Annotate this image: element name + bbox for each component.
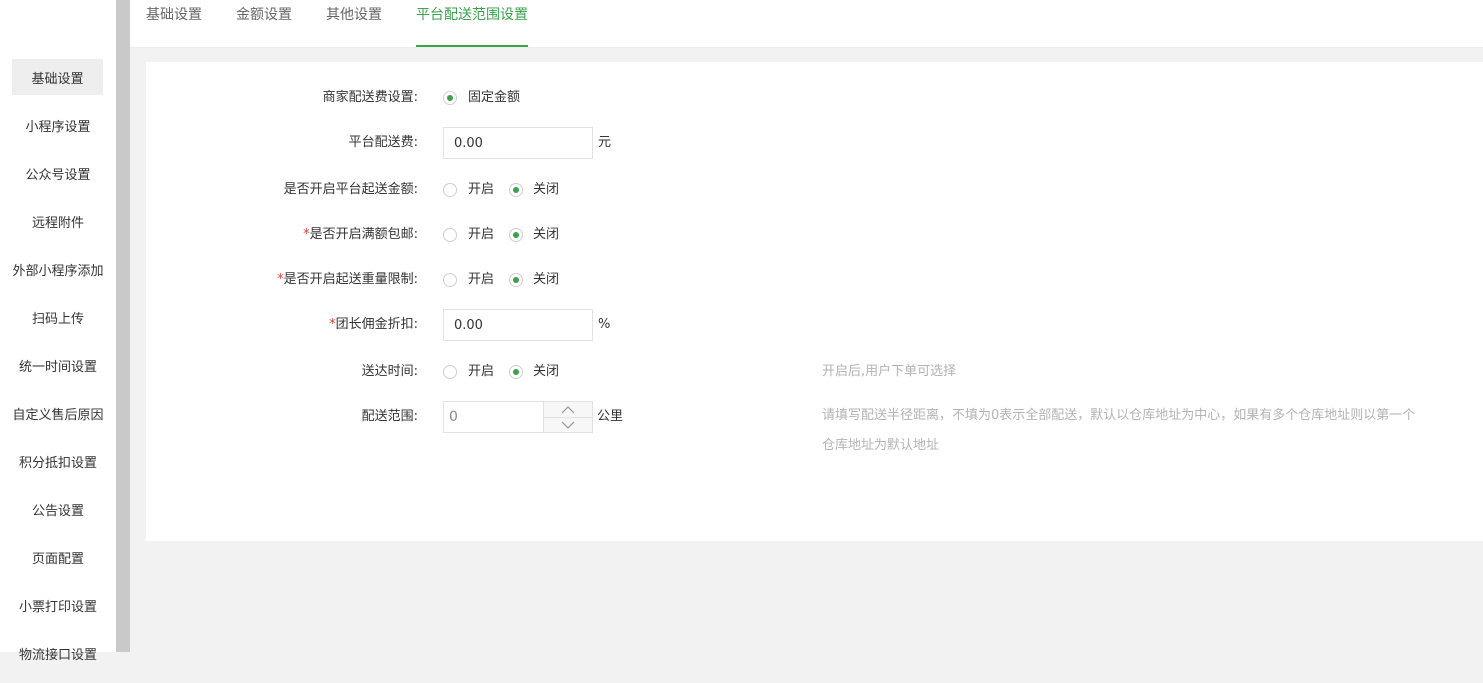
range-increase-button[interactable] — [544, 402, 592, 418]
weight-limit-off-radio[interactable] — [509, 273, 523, 287]
tab-delivery-range-label: 平台配送范围设置 — [416, 7, 528, 23]
fee-mode-fixed-label[interactable]: 固定金额 — [468, 82, 520, 114]
weight-limit-off-label[interactable]: 关闭 — [533, 264, 559, 296]
commission-unit: % — [598, 317, 611, 332]
delivery-time-off-label[interactable]: 关闭 — [533, 356, 559, 388]
chevron-down-icon — [561, 421, 575, 429]
sidebar-item-unified-time[interactable]: 统一时间设置 — [0, 347, 116, 383]
commission-input[interactable] — [443, 309, 593, 341]
commission-row: *团长佣金折扣: % — [146, 309, 1483, 341]
tab-other-settings[interactable]: 其他设置 — [326, 0, 382, 47]
range-unit: 公里 — [597, 409, 624, 424]
active-tab-indicator — [416, 45, 528, 47]
weight-limit-on-radio[interactable] — [443, 273, 457, 287]
range-hint-line1: 请填写配送半径距离，不填为0表示全部配送，默认以仓库地址为中心，如果有多个仓库地… — [822, 408, 1416, 423]
sidebar-item-points-deduction[interactable]: 积分抵扣设置 — [0, 443, 116, 479]
free-shipping-off-radio[interactable] — [509, 228, 523, 242]
weight-limit-row: *是否开启起送重量限制: 开启 关闭 — [146, 264, 1483, 296]
sidebar-item-external-mini-program[interactable]: 外部小程序添加 — [0, 251, 116, 287]
delivery-time-row: 送达时间: 开启 关闭 开启后,用户下单可选择 — [146, 356, 1483, 388]
free-shipping-label: *是否开启满额包邮: — [303, 219, 418, 251]
free-shipping-row: *是否开启满额包邮: 开启 关闭 — [146, 219, 1483, 251]
range-row: 配送范围: 公里 请填写配送半径距离，不填为0表示全部配送，默认以仓库地址为中心… — [146, 401, 1483, 453]
sidebar-item-mini-program-settings[interactable]: 小程序设置 — [0, 107, 116, 143]
delivery-time-label: 送达时间: — [361, 364, 418, 379]
platform-fee-label: 平台配送费: — [348, 135, 418, 150]
fee-mode-fixed-radio[interactable] — [443, 91, 457, 105]
range-hint-line2: 仓库地址为默认地址 — [822, 438, 940, 453]
sidebar-item-after-sale-reasons[interactable]: 自定义售后原因 — [0, 395, 116, 431]
main-content: 基础设置 金额设置 其他设置 平台配送范围设置 商家配送费设置: 固定金额 平台… — [130, 0, 1483, 652]
platform-fee-unit: 元 — [598, 135, 612, 150]
sidebar-item-page-config[interactable]: 页面配置 — [0, 539, 116, 575]
platform-fee-input[interactable] — [443, 127, 593, 159]
weight-limit-label: *是否开启起送重量限制: — [277, 264, 418, 296]
commission-label-text: 团长佣金折扣: — [335, 317, 418, 332]
fee-mode-label: 商家配送费设置: — [322, 90, 418, 105]
fee-mode-row: 商家配送费设置: 固定金额 — [146, 82, 1483, 114]
delivery-time-hint: 开启后,用户下单可选择 — [822, 364, 957, 379]
range-input[interactable] — [443, 401, 543, 433]
settings-tabs: 基础设置 金额设置 其他设置 平台配送范围设置 — [130, 0, 1483, 48]
free-shipping-on-label[interactable]: 开启 — [468, 219, 494, 251]
free-shipping-label-text: 是否开启满额包邮: — [309, 227, 418, 242]
sidebar-scrollbar[interactable] — [116, 0, 130, 652]
tab-amount-settings[interactable]: 金额设置 — [236, 0, 292, 47]
sidebar-item-scan-upload[interactable]: 扫码上传 — [0, 299, 116, 335]
min-order-row: 是否开启平台起送金额: 开启 关闭 — [146, 174, 1483, 206]
range-stepper — [543, 401, 593, 433]
settings-form: 商家配送费设置: 固定金额 平台配送费: 元 是否开启平台起送金额: 开启 关闭… — [146, 62, 1483, 541]
min-order-off-radio[interactable] — [509, 183, 523, 197]
tab-basic-settings[interactable]: 基础设置 — [146, 0, 202, 47]
chevron-up-icon — [561, 405, 575, 413]
sidebar-item-basic-settings[interactable]: 基础设置 — [12, 59, 103, 95]
min-order-label: 是否开启平台起送金额: — [283, 182, 418, 197]
free-shipping-off-label[interactable]: 关闭 — [533, 219, 559, 251]
commission-label: *团长佣金折扣: — [329, 309, 418, 341]
tab-delivery-range-settings[interactable]: 平台配送范围设置 — [416, 0, 528, 47]
min-order-on-label[interactable]: 开启 — [468, 174, 494, 206]
free-shipping-on-radio[interactable] — [443, 228, 457, 242]
range-decrease-button[interactable] — [544, 417, 592, 432]
weight-limit-on-label[interactable]: 开启 — [468, 264, 494, 296]
sidebar-menu: 基础设置 小程序设置 公众号设置 远程附件 外部小程序添加 扫码上传 统一时间设… — [0, 59, 116, 683]
min-order-on-radio[interactable] — [443, 183, 457, 197]
weight-limit-label-text: 是否开启起送重量限制: — [283, 272, 418, 287]
delivery-time-on-label[interactable]: 开启 — [468, 356, 494, 388]
sidebar: 基础设置 小程序设置 公众号设置 远程附件 外部小程序添加 扫码上传 统一时间设… — [0, 0, 116, 663]
sidebar-item-official-account-settings[interactable]: 公众号设置 — [0, 155, 116, 191]
sidebar-item-remote-attachment[interactable]: 远程附件 — [0, 203, 116, 239]
delivery-time-off-radio[interactable] — [509, 365, 523, 379]
platform-fee-row: 平台配送费: 元 — [146, 127, 1483, 159]
sidebar-item-receipt-print[interactable]: 小票打印设置 — [0, 587, 116, 623]
sidebar-item-logistics-api[interactable]: 物流接口设置 — [0, 635, 116, 671]
min-order-off-label[interactable]: 关闭 — [533, 174, 559, 206]
delivery-time-on-radio[interactable] — [443, 365, 457, 379]
sidebar-item-announcement[interactable]: 公告设置 — [0, 491, 116, 527]
range-label: 配送范围: — [361, 409, 418, 424]
